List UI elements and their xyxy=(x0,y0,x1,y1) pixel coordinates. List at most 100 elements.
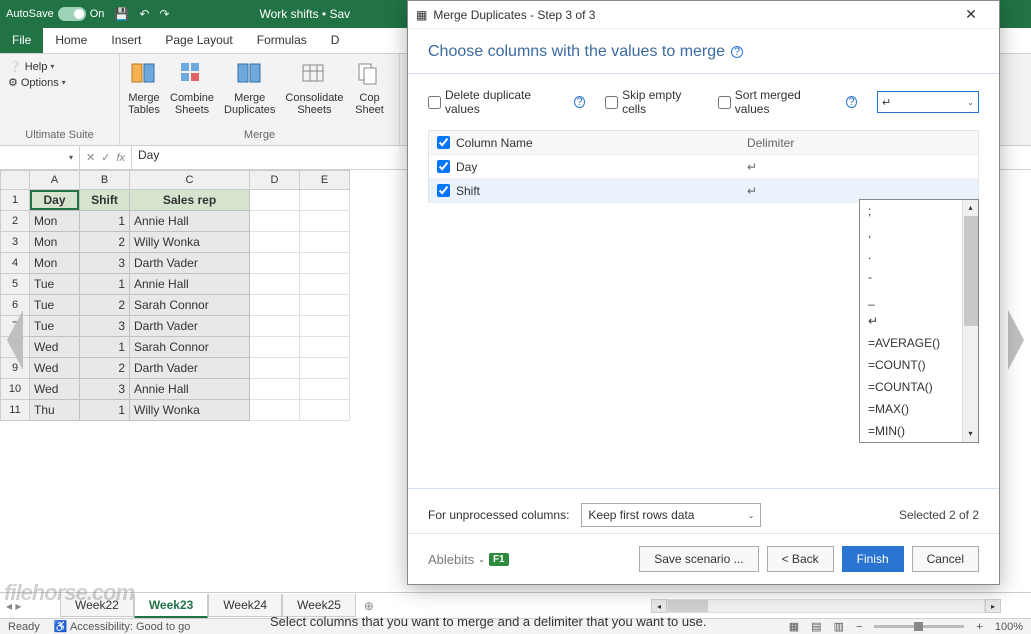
close-button[interactable]: ✕ xyxy=(951,6,991,23)
row-header[interactable]: 4 xyxy=(0,253,30,274)
zoom-level[interactable]: 100% xyxy=(995,621,1023,633)
info-icon[interactable]: ? xyxy=(731,46,743,58)
info-icon[interactable]: ? xyxy=(574,96,585,108)
confirm-entry-icon[interactable]: ✓ xyxy=(101,151,110,164)
cell[interactable]: Wed xyxy=(30,337,80,358)
cell[interactable]: Willy Wonka xyxy=(130,400,250,421)
cell[interactable]: Wed xyxy=(30,379,80,400)
dropdown-item[interactable]: _ xyxy=(860,288,978,310)
tab-file[interactable]: File xyxy=(0,28,43,53)
cell[interactable]: 2 xyxy=(80,232,130,253)
cell[interactable]: Darth Vader xyxy=(130,358,250,379)
options-button[interactable]: ⚙Options▾ xyxy=(8,76,111,89)
scroll-thumb[interactable] xyxy=(964,216,978,326)
delete-duplicates-checkbox[interactable]: Delete duplicate values xyxy=(428,88,554,116)
scroll-down-icon[interactable]: ▾ xyxy=(963,426,978,442)
zoom-out-icon[interactable]: − xyxy=(856,621,862,633)
cell[interactable]: 2 xyxy=(80,358,130,379)
cell[interactable]: Tue xyxy=(30,316,80,337)
col-header[interactable]: B xyxy=(80,170,130,190)
cell[interactable]: Annie Hall xyxy=(130,274,250,295)
tab-home[interactable]: Home xyxy=(43,28,99,53)
cell[interactable]: Sarah Connor xyxy=(130,295,250,316)
fx-icon[interactable]: fx xyxy=(116,152,125,164)
cell[interactable]: Tue xyxy=(30,295,80,316)
cell[interactable]: 3 xyxy=(80,253,130,274)
finish-button[interactable]: Finish xyxy=(842,546,904,572)
cell[interactable] xyxy=(250,316,300,337)
cell[interactable] xyxy=(300,211,350,232)
help-button[interactable]: ❔Help▾ xyxy=(8,60,111,73)
name-box[interactable]: ▾ xyxy=(0,146,80,169)
cell[interactable]: Willy Wonka xyxy=(130,232,250,253)
col-header[interactable]: E xyxy=(300,170,350,190)
dialog-titlebar[interactable]: ▦ Merge Duplicates - Step 3 of 3 ✕ xyxy=(408,1,999,29)
save-icon[interactable]: 💾 xyxy=(114,7,129,21)
scroll-right-icon[interactable]: ▸ xyxy=(985,599,1001,613)
autosave-toggle[interactable]: AutoSave On xyxy=(6,7,104,21)
consolidate-sheets-button[interactable]: Consolidate Sheets xyxy=(285,58,343,116)
tab-page-layout[interactable]: Page Layout xyxy=(153,28,244,53)
cell[interactable] xyxy=(250,274,300,295)
col-header[interactable]: D xyxy=(250,170,300,190)
cell[interactable] xyxy=(300,253,350,274)
row-header[interactable]: 11 xyxy=(0,400,30,421)
f1-help-icon[interactable]: F1 xyxy=(489,553,509,566)
cell[interactable] xyxy=(250,295,300,316)
cell[interactable] xyxy=(250,400,300,421)
row-header[interactable]: 2 xyxy=(0,211,30,232)
cell[interactable] xyxy=(250,358,300,379)
dropdown-item[interactable]: =MAX() xyxy=(860,398,978,420)
zoom-slider[interactable] xyxy=(874,625,964,628)
col-header[interactable]: A xyxy=(30,170,80,190)
cell[interactable] xyxy=(300,295,350,316)
cell[interactable]: Shift xyxy=(80,190,130,211)
scroll-left-icon[interactable]: ◂ xyxy=(651,599,667,613)
cell[interactable] xyxy=(250,337,300,358)
zoom-in-icon[interactable]: + xyxy=(976,621,982,633)
cancel-button[interactable]: Cancel xyxy=(912,546,979,572)
cell[interactable] xyxy=(300,358,350,379)
delimiter-combobox[interactable]: ↵ ⌄ xyxy=(877,91,979,113)
cell[interactable] xyxy=(250,253,300,274)
cell[interactable]: Thu xyxy=(30,400,80,421)
info-icon[interactable]: ? xyxy=(846,96,857,108)
tab-formulas[interactable]: Formulas xyxy=(245,28,319,53)
dropdown-item[interactable]: =AVERAGE() xyxy=(860,332,978,354)
save-scenario-button[interactable]: Save scenario ... xyxy=(639,546,758,572)
view-normal-icon[interactable]: ▦ xyxy=(789,620,799,633)
dropdown-item[interactable]: - xyxy=(860,266,978,288)
cell[interactable]: 1 xyxy=(80,274,130,295)
cell[interactable]: 1 xyxy=(80,211,130,232)
dropdown-item[interactable]: ; xyxy=(860,200,978,222)
dropdown-item[interactable]: =MIN() xyxy=(860,420,978,442)
cell[interactable]: Mon xyxy=(30,253,80,274)
cell[interactable] xyxy=(250,211,300,232)
dropdown-item[interactable]: =COUNTA() xyxy=(860,376,978,398)
cell[interactable]: Mon xyxy=(30,232,80,253)
cell[interactable] xyxy=(250,379,300,400)
cell[interactable]: Darth Vader xyxy=(130,316,250,337)
select-all-corner[interactable] xyxy=(0,170,30,190)
view-page-break-icon[interactable]: ▥ xyxy=(834,620,844,633)
select-all-checkbox[interactable] xyxy=(437,136,450,149)
cell[interactable]: Day xyxy=(30,190,80,211)
cell[interactable]: Tue xyxy=(30,274,80,295)
scroll-up-icon[interactable]: ▴ xyxy=(963,200,978,216)
cell[interactable]: Mon xyxy=(30,211,80,232)
scroll-thumb[interactable] xyxy=(668,600,708,612)
cell[interactable] xyxy=(250,190,300,211)
cell[interactable]: Wed xyxy=(30,358,80,379)
dropdown-item[interactable]: =COUNT() xyxy=(860,354,978,376)
combine-sheets-button[interactable]: Combine Sheets xyxy=(170,58,214,116)
view-page-layout-icon[interactable]: ▤ xyxy=(811,620,821,633)
merge-tables-button[interactable]: Merge Tables xyxy=(128,58,160,116)
toggle-on-icon[interactable] xyxy=(58,7,86,21)
row-header[interactable]: 1 xyxy=(0,190,30,211)
row-header[interactable]: 3 xyxy=(0,232,30,253)
cancel-entry-icon[interactable]: ✕ xyxy=(86,151,95,164)
cell[interactable]: 3 xyxy=(80,379,130,400)
table-row[interactable]: Day ↵ xyxy=(429,155,978,179)
ablebits-brand[interactable]: Ablebits ⌄ F1 xyxy=(428,552,509,567)
cell[interactable]: 2 xyxy=(80,295,130,316)
